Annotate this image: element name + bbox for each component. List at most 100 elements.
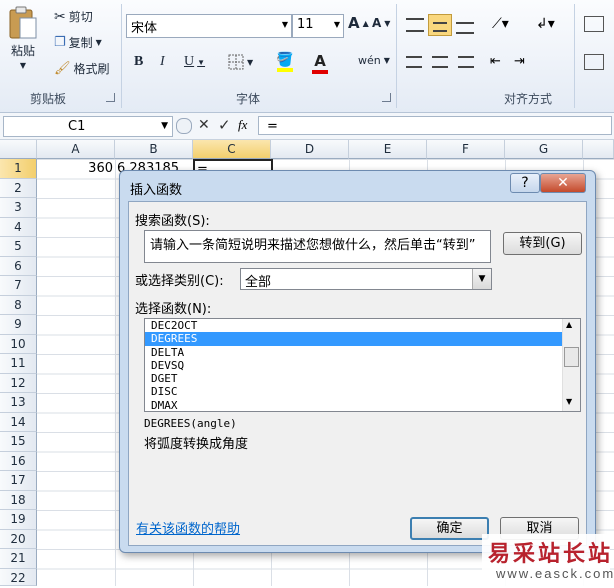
row-header[interactable]: 20	[0, 529, 37, 549]
row-header[interactable]: 11	[0, 354, 37, 374]
align-top-button[interactable]	[406, 18, 424, 32]
row-header[interactable]: 12	[0, 373, 37, 393]
list-item[interactable]: DELTA	[145, 346, 580, 359]
dialog-body: 搜索函数(S): 请输入一条简短说明来描述您想做什么，然后单击“转到” 转到(G…	[128, 201, 587, 546]
align-center-button[interactable]	[432, 56, 448, 68]
dialog-title: 插入函数	[130, 183, 183, 198]
dialog-help-button[interactable]: ?	[510, 173, 540, 193]
copy-icon: ❐	[54, 35, 66, 50]
row-header[interactable]: 19	[0, 510, 37, 530]
phonetic-button[interactable]: wén ▼	[358, 54, 390, 67]
column-header[interactable]: C	[193, 140, 271, 159]
group-separator	[121, 4, 122, 108]
row-header[interactable]: 5	[0, 237, 37, 257]
row-header[interactable]: 4	[0, 217, 37, 237]
underline-button[interactable]: U ▼	[184, 54, 205, 70]
clipboard-launcher-icon[interactable]	[106, 93, 115, 102]
scroll-up-icon[interactable]: ▲	[566, 320, 572, 329]
scroll-thumb[interactable]	[564, 347, 579, 367]
decrease-indent-icon[interactable]: ⇤	[490, 54, 501, 69]
scroll-down-icon[interactable]: ▼	[566, 397, 572, 406]
formula-bar-splitter[interactable]	[176, 118, 192, 134]
chevron-down-icon[interactable]: ▼	[472, 269, 491, 289]
formula-input[interactable]: =	[258, 116, 612, 135]
list-item[interactable]: DGET	[145, 372, 580, 385]
insert-function-icon[interactable]: fx	[238, 117, 247, 133]
search-function-input[interactable]: 请输入一条简短说明来描述您想做什么，然后单击“转到”	[144, 230, 491, 263]
ok-button[interactable]: 确定	[410, 517, 489, 540]
category-select[interactable]: 全部 ▼	[240, 268, 492, 290]
name-box-value: C1	[68, 119, 86, 134]
bold-button[interactable]: B	[134, 54, 143, 70]
align-right-button[interactable]	[458, 56, 474, 68]
chevron-down-icon[interactable]: ▼	[161, 117, 168, 136]
list-item[interactable]: DEVSQ	[145, 359, 580, 372]
grow-font-button[interactable]: A ▲	[348, 14, 369, 32]
dialog-close-button[interactable]: ✕	[540, 173, 586, 193]
list-item[interactable]: DEC2OCT	[145, 319, 580, 332]
column-header[interactable]: A	[37, 140, 115, 159]
merge-icon[interactable]	[584, 16, 604, 32]
function-help-link[interactable]: 有关该函数的帮助	[136, 518, 240, 537]
column-header[interactable]: D	[271, 140, 349, 159]
borders-button[interactable]: ▼	[228, 54, 253, 70]
row-header[interactable]: 22	[0, 568, 37, 586]
align-bottom-button[interactable]	[456, 22, 474, 34]
column-header[interactable]: E	[349, 140, 427, 159]
row-header[interactable]: 18	[0, 490, 37, 510]
font-size-select[interactable]: 11 ▼	[292, 14, 344, 38]
copy-button[interactable]: ❐ 复制 ▼	[54, 34, 102, 51]
site-watermark: 易采站长站 www.easck.com	[482, 534, 613, 586]
align-middle-button[interactable]	[428, 14, 452, 36]
row-header[interactable]: 21	[0, 549, 37, 569]
font-color-bar	[312, 70, 328, 74]
font-launcher-icon[interactable]	[382, 93, 391, 102]
alignment-group-label: 对齐方式	[504, 92, 553, 106]
cut-button[interactable]: ✂ 剪切	[54, 8, 93, 25]
row-header[interactable]: 16	[0, 451, 37, 471]
insert-function-dialog: 插入函数 ? ✕ 搜索函数(S): 请输入一条简短说明来描述您想做什么，然后单击…	[119, 170, 596, 553]
font-color-button[interactable]: A	[312, 52, 328, 74]
row-header[interactable]: 3	[0, 198, 37, 218]
row-header[interactable]: 8	[0, 295, 37, 315]
font-size-value: 11	[297, 17, 314, 32]
function-list[interactable]: DEC2OCT DEGREES DELTA DEVSQ DGET DISC DM…	[144, 318, 581, 412]
name-box[interactable]: C1 ▼	[3, 116, 173, 137]
row-header[interactable]: 1	[0, 159, 37, 179]
row-header[interactable]: 6	[0, 256, 37, 276]
row-header[interactable]: 15	[0, 432, 37, 452]
go-button[interactable]: 转到(G)	[503, 232, 582, 255]
column-header[interactable]: F	[427, 140, 505, 159]
cell-a1[interactable]: 360	[37, 159, 113, 178]
row-header[interactable]: 9	[0, 315, 37, 335]
column-header[interactable]: G	[505, 140, 583, 159]
cancel-entry-icon[interactable]: ✕	[198, 117, 210, 133]
select-all-corner[interactable]	[0, 140, 37, 159]
shrink-font-button[interactable]: A ▼	[372, 16, 390, 30]
increase-indent-icon[interactable]: ⇥	[514, 54, 525, 69]
row-header[interactable]: 14	[0, 412, 37, 432]
column-header[interactable]: B	[115, 140, 193, 159]
row-header[interactable]: 17	[0, 471, 37, 491]
italic-button[interactable]: I	[160, 54, 165, 70]
list-item-selected[interactable]: DEGREES	[145, 332, 580, 346]
row-header[interactable]: 2	[0, 178, 37, 198]
list-item[interactable]: DMAX	[145, 399, 580, 411]
format-painter-button[interactable]: 🖌 格式刷	[54, 60, 110, 77]
row-header[interactable]: 10	[0, 334, 37, 354]
row-header[interactable]: 13	[0, 393, 37, 413]
font-name-select[interactable]: 宋体 ▼	[126, 14, 292, 38]
align-left-button[interactable]	[406, 56, 422, 68]
phonetic-icon: wén	[358, 54, 381, 67]
fill-color-button[interactable]: 🪣	[276, 52, 293, 72]
chevron-down-icon: ▼	[281, 20, 288, 29]
function-list-scrollbar[interactable]: ▲ ▼	[562, 319, 580, 411]
confirm-entry-icon[interactable]: ✓	[218, 116, 231, 134]
paste-button[interactable]: 粘贴 ▼	[8, 6, 38, 70]
list-item[interactable]: DISC	[145, 385, 580, 398]
group-separator	[396, 4, 397, 108]
orientation-icon[interactable]: ⟋▾	[492, 16, 509, 32]
wrap-text-icon[interactable]: ↲▾	[536, 16, 555, 32]
row-header[interactable]: 7	[0, 276, 37, 296]
merge-center-icon[interactable]	[584, 54, 604, 70]
